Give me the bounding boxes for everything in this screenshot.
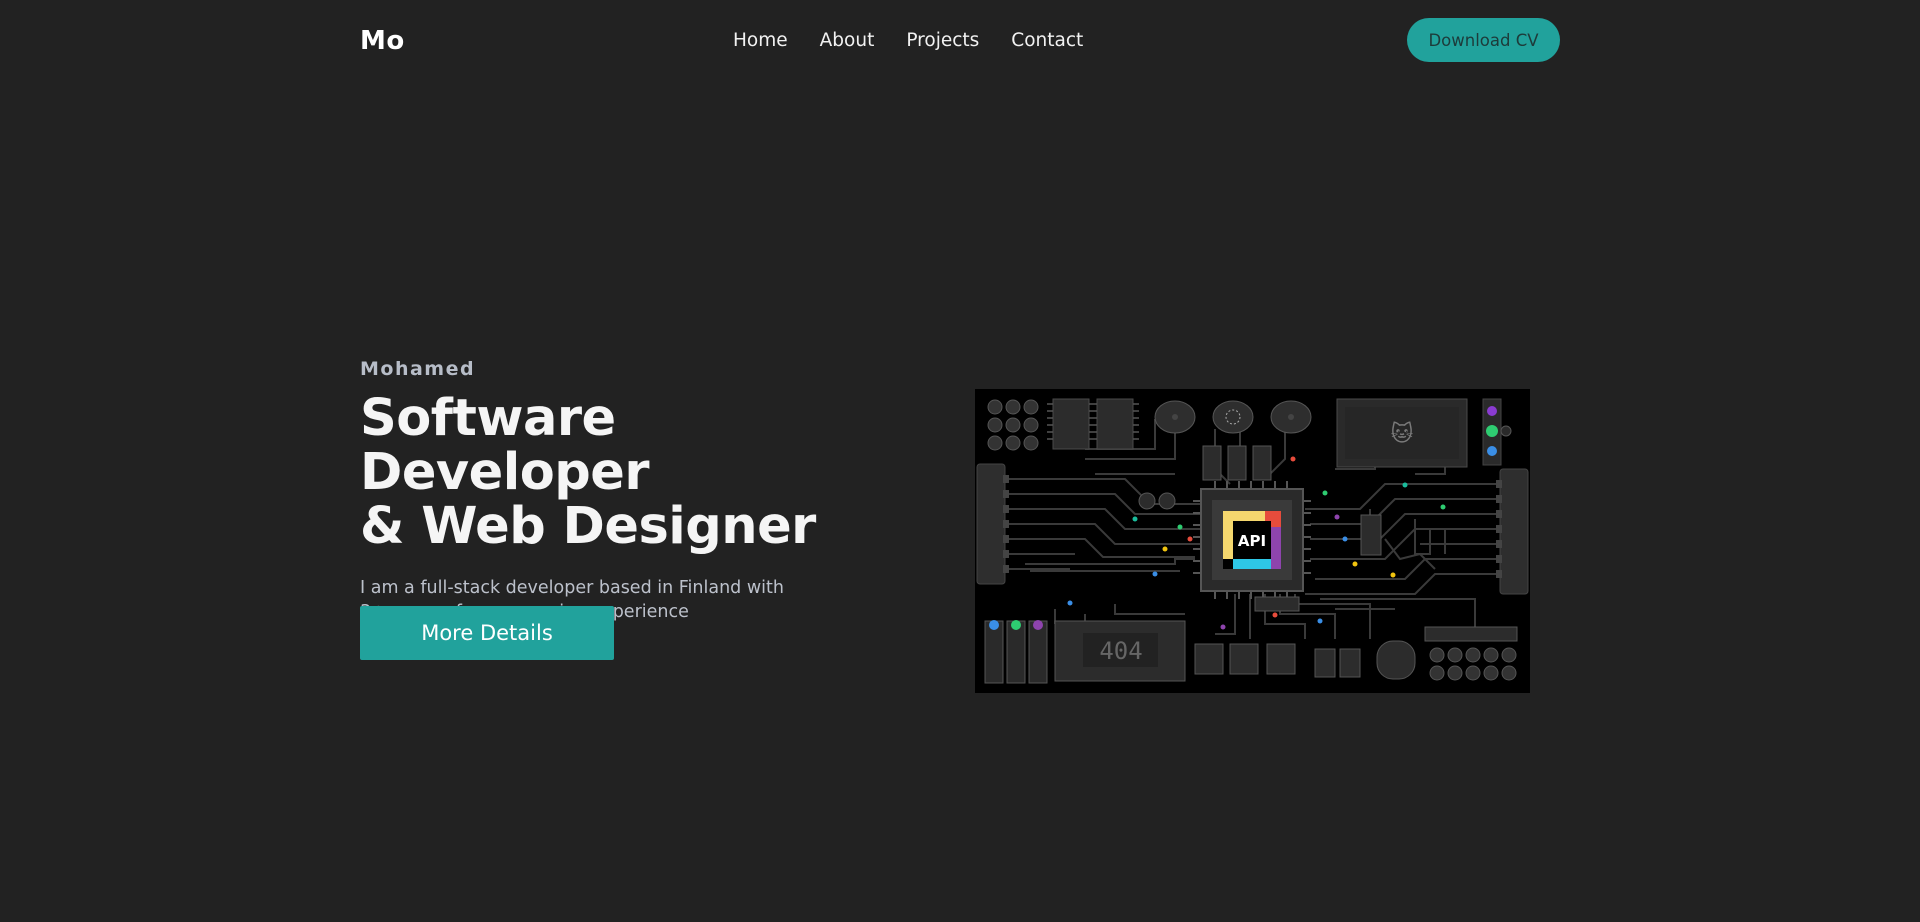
headline-line-2: & Web Designer bbox=[360, 497, 816, 556]
circuit-board-svg: 🐱 API 404 bbox=[975, 389, 1530, 693]
error-display: 404 bbox=[1054, 620, 1186, 682]
nav-links: Home About Projects Contact bbox=[733, 30, 1083, 51]
hero-headline: Software Developer & Web Designer bbox=[360, 392, 920, 554]
top-capacitors bbox=[1154, 400, 1312, 434]
button-grid bbox=[987, 399, 1039, 451]
nav-link-about[interactable]: About bbox=[820, 30, 875, 51]
bottom-leds bbox=[984, 620, 1048, 684]
hero-intro: Mohamed Software Developer & Web Designe… bbox=[360, 358, 920, 624]
cat-icon: 🐱 bbox=[1391, 421, 1414, 447]
navbar: Mo Home About Projects Contact Download … bbox=[0, 0, 1920, 80]
hero-name: Mohamed bbox=[360, 358, 476, 380]
more-details-button[interactable]: More Details bbox=[360, 606, 614, 660]
screen-module: 🐱 bbox=[1336, 398, 1468, 468]
chip-label: API bbox=[1238, 532, 1266, 550]
display-text: 404 bbox=[1099, 637, 1142, 665]
nav-link-home[interactable]: Home bbox=[733, 30, 788, 51]
nav-link-contact[interactable]: Contact bbox=[1011, 30, 1083, 51]
nav-link-projects[interactable]: Projects bbox=[906, 30, 979, 51]
subtitle-line-1: I am a full-stack developer based in Fin… bbox=[360, 578, 784, 598]
download-cv-button[interactable]: Download CV bbox=[1407, 18, 1560, 62]
api-chip: API bbox=[1193, 481, 1311, 599]
logo[interactable]: Mo bbox=[360, 26, 405, 56]
headline-line-1: Software Developer bbox=[360, 389, 650, 502]
circuit-board-illustration: 🐱 API 404 bbox=[975, 389, 1530, 693]
